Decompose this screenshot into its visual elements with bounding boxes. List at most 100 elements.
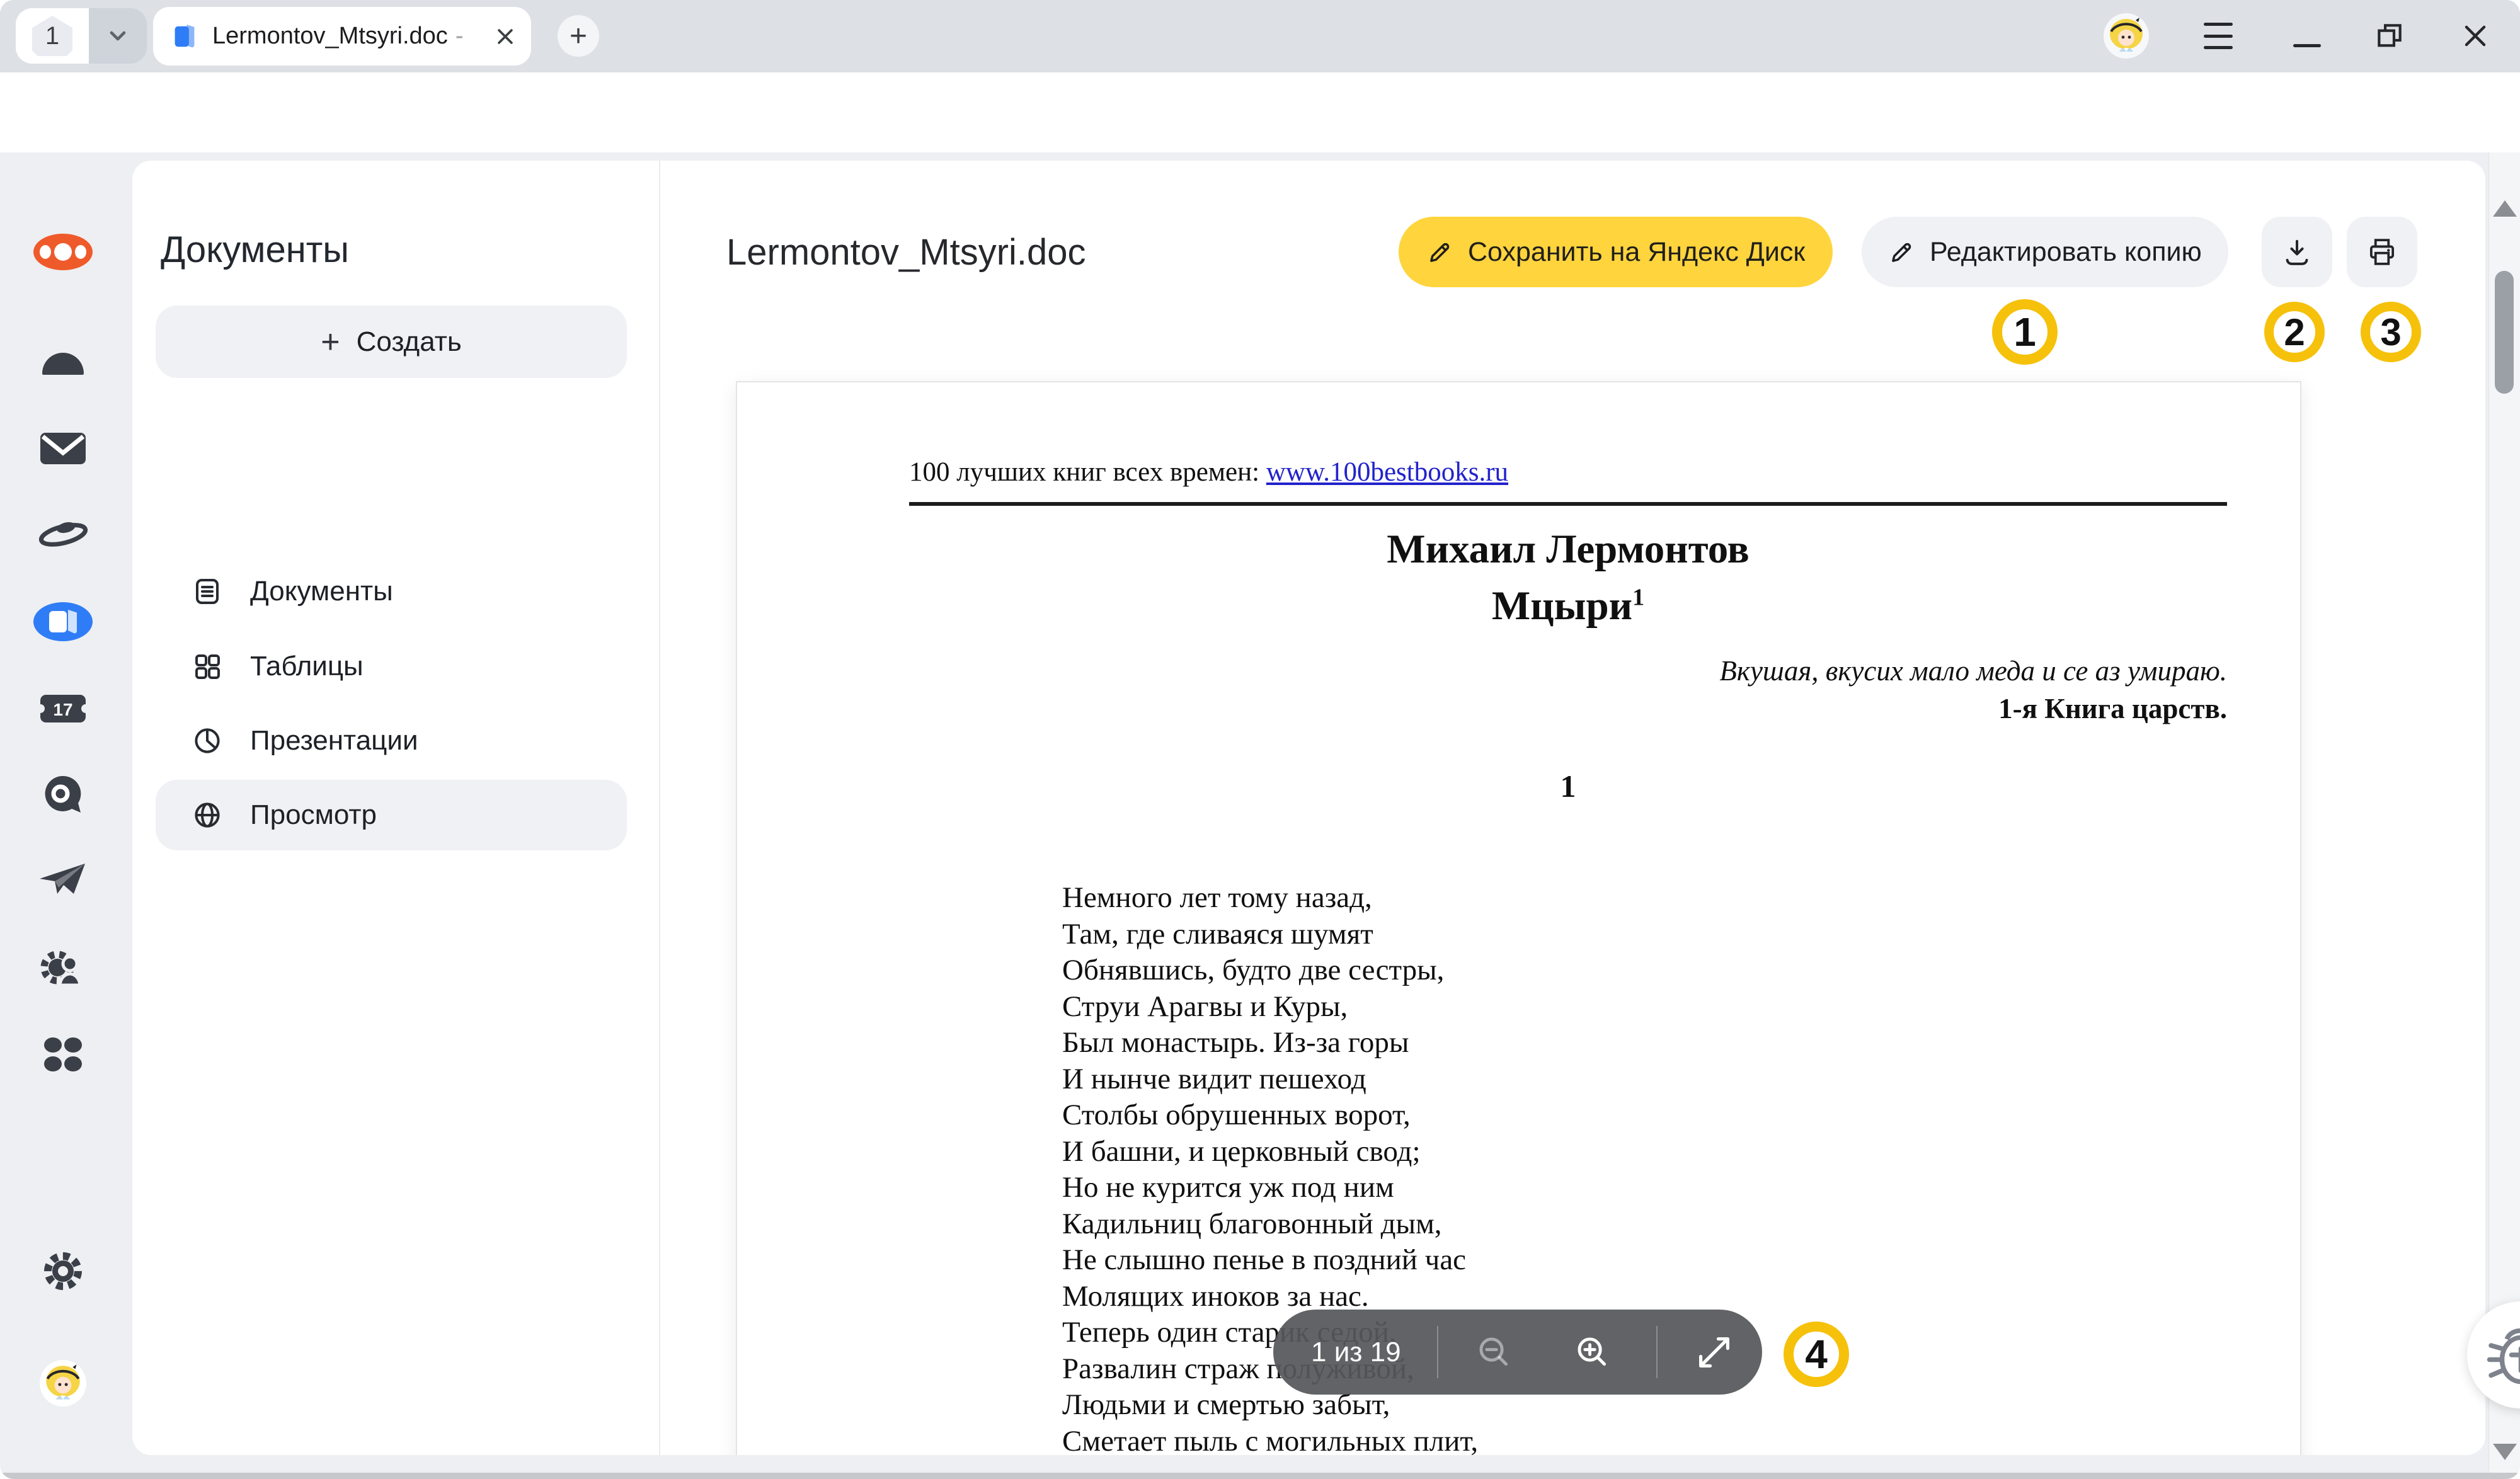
callout-2: 2 <box>2264 302 2325 362</box>
gear-icon <box>41 1249 85 1293</box>
browser-menu-button[interactable] <box>2204 23 2233 49</box>
restore-window-button[interactable] <box>2374 20 2405 52</box>
avatar-alice-icon <box>2103 13 2150 59</box>
sidebar-item-messages[interactable] <box>38 862 88 901</box>
grid-icon <box>192 651 222 682</box>
close-icon <box>495 26 516 47</box>
messenger-icon <box>42 774 84 814</box>
sidebar-item-all-services[interactable] <box>42 1035 84 1074</box>
poem-line: Струи Арагвы и Куры, <box>1062 989 1478 1025</box>
sidebar-item-label: Таблицы <box>250 651 364 682</box>
browser-tab[interactable]: Lermontov_Mtsyri.doc - <box>153 7 531 66</box>
sidebar-item-start[interactable] <box>32 232 94 271</box>
close-icon <box>2461 21 2490 50</box>
callout-1: 1 <box>1992 299 2058 365</box>
pager-divider <box>1656 1326 1658 1378</box>
panel-separator <box>659 161 660 1455</box>
window-bottom-edge <box>0 1473 2520 1479</box>
all-services-grid-icon <box>42 1035 84 1074</box>
chevron-down-icon <box>105 23 130 49</box>
sidebar-item-tables[interactable]: Таблицы <box>156 631 627 702</box>
mail-icon <box>39 431 87 465</box>
save-to-disk-button[interactable]: Сохранить на Яндекс Диск <box>1399 217 1833 287</box>
scrollbar-up-arrow[interactable] <box>2493 200 2517 217</box>
tab-close-button[interactable] <box>495 26 516 47</box>
sidebar-item-disk[interactable] <box>36 517 90 550</box>
tab-group-counter[interactable]: 1 <box>16 8 147 64</box>
callout-3: 3 <box>2361 302 2421 362</box>
cloud-icon <box>40 348 86 375</box>
avatar-alice-icon <box>39 1359 87 1407</box>
poem-line: Был монастырь. Из-за горы <box>1062 1025 1478 1061</box>
fullscreen-button[interactable] <box>1695 1333 1733 1371</box>
tab-counter-shield[interactable]: 1 <box>16 8 89 64</box>
poem-line: И башни, и церковный свод; <box>1062 1134 1478 1170</box>
footnote-marker: 1 <box>1632 584 1644 610</box>
pie-chart-icon <box>192 726 222 756</box>
sidebar-item-messenger[interactable] <box>42 774 84 814</box>
header-link[interactable]: www.100bestbooks.ru <box>1266 457 1508 487</box>
scrollbar-down-arrow[interactable] <box>2493 1444 2517 1460</box>
sidebar-item-afisha[interactable]: 17 <box>38 692 88 725</box>
globe-icon <box>192 800 222 830</box>
header-text: 100 лучших книг всех времен: <box>909 457 1266 487</box>
page-indicator: 1 из 19 <box>1311 1310 1401 1395</box>
sidebar-item-label: Презентации <box>250 725 418 757</box>
create-button[interactable]: + Создать <box>156 306 627 378</box>
sidebar-item-docs[interactable]: Документы <box>156 556 627 627</box>
poem-line: Кадильниц благовонный дым, <box>1062 1206 1478 1243</box>
tab-list-dropdown[interactable] <box>89 8 147 64</box>
document-file-icon <box>169 21 200 52</box>
sidebar-item-mail[interactable] <box>39 431 87 465</box>
profile-avatar[interactable] <box>2103 13 2150 59</box>
browser-window: 1 Lermontov_Mtsyri.doc - + <box>0 0 2520 1479</box>
bug-icon <box>2485 1320 2520 1390</box>
poem-line: И нынче видит пешеход <box>1062 1061 1478 1098</box>
pencil-icon <box>1888 238 1916 266</box>
poem-line: Столбы обрушенных ворот, <box>1062 1097 1478 1134</box>
fullscreen-icon <box>1695 1333 1733 1371</box>
pager-divider <box>1437 1326 1438 1378</box>
tab-title-dash: - <box>455 23 464 50</box>
sidebar-item-label: Просмотр <box>250 799 377 831</box>
restore-icon <box>2374 20 2405 52</box>
ticket-badge: 17 <box>53 700 72 719</box>
sidebar-item-settings[interactable] <box>41 1249 85 1293</box>
viewer-pager-toolbar: 1 из 19 <box>1273 1310 1762 1395</box>
sidebar-item-view[interactable]: Просмотр <box>156 780 627 850</box>
close-window-button[interactable] <box>2461 21 2490 50</box>
user-settings-icon <box>37 947 89 988</box>
zoom-in-button[interactable] <box>1573 1333 1612 1372</box>
sidebar-item-profile[interactable] <box>39 1359 87 1407</box>
new-tab-button[interactable]: + <box>558 15 599 57</box>
document-title: Lermontov_Mtsyri.doc <box>726 231 1086 273</box>
poem-title: Мцыри1 <box>909 583 2227 630</box>
sidebar-item-team[interactable] <box>37 947 89 988</box>
document-page: 100 лучших книг всех времен: www.100best… <box>736 381 2301 1455</box>
tab-bar: 1 Lermontov_Mtsyri.doc - + <box>0 0 2520 72</box>
plus-icon: + <box>321 323 340 361</box>
poem-line: Немного лет тому назад, <box>1062 880 1478 917</box>
edit-copy-button[interactable]: Редактировать копию <box>1862 217 2228 287</box>
zoom-out-icon <box>1475 1333 1514 1372</box>
print-document-button[interactable] <box>2347 217 2417 287</box>
minimize-button[interactable] <box>2293 44 2321 47</box>
document-list-icon <box>192 576 222 607</box>
printer-icon <box>2367 237 2397 267</box>
zoom-out-button[interactable] <box>1475 1333 1514 1372</box>
scrollbar-thumb[interactable] <box>2495 271 2514 394</box>
sidebar-item-documents-active[interactable] <box>32 601 94 642</box>
documents-icon <box>32 601 94 642</box>
sidebar-item-presentations[interactable]: Презентации <box>156 705 627 776</box>
download-document-button[interactable] <box>2262 217 2332 287</box>
poem-line: Но не курится уж под ним <box>1062 1170 1478 1206</box>
ticket-17-icon: 17 <box>38 692 88 725</box>
poem-title-text: Мцыри <box>1492 583 1632 629</box>
download-icon <box>2282 237 2312 267</box>
yandex-disk-icon <box>36 517 90 550</box>
poem-line: Там, где сливаяся шумят <box>1062 917 1478 953</box>
epigraph-source: 1-я Книга царств. <box>909 692 2227 725</box>
edit-copy-label: Редактировать копию <box>1930 237 2202 268</box>
poem-author: Михаил Лермонтов <box>909 526 2227 573</box>
sidebar-item-cloud[interactable] <box>40 348 86 375</box>
